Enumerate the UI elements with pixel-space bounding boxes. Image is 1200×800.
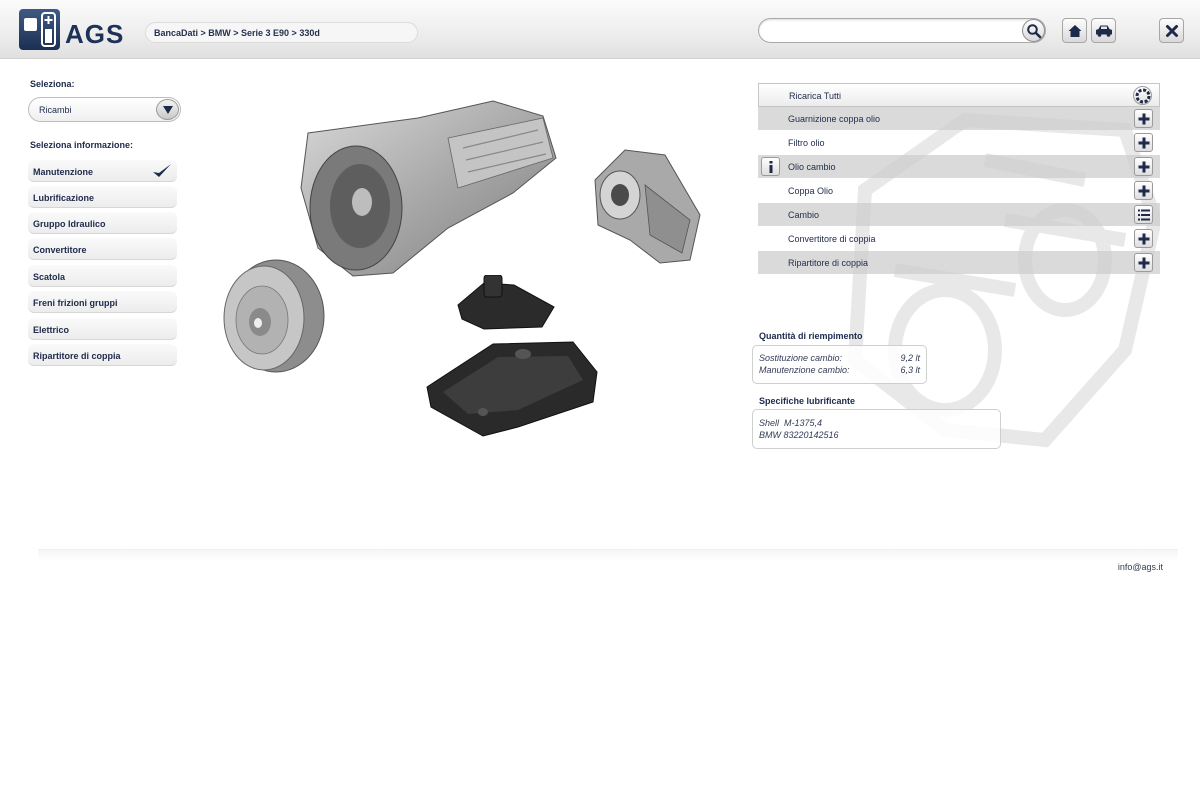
reload-icon: [1135, 88, 1150, 103]
part-row-filtro-olio[interactable]: Filtro olio: [758, 131, 1160, 154]
home-icon: [1068, 24, 1081, 37]
chevron-down-icon: [162, 105, 173, 114]
app-header: AGS BancaDati > BMW > Serie 3 E90 > 330d: [0, 0, 1200, 59]
part-label: Olio cambio: [788, 162, 836, 172]
oil-pan-image[interactable]: [423, 332, 599, 438]
category-item-convertitore[interactable]: Convertitore: [28, 238, 177, 260]
category-label: Manutenzione: [33, 167, 93, 177]
fill-quantity-title: Quantità di riempimento: [759, 331, 863, 341]
category-label: Convertitore: [33, 245, 87, 255]
info-icon: [769, 160, 772, 173]
part-label: Coppa Olio: [788, 186, 834, 196]
select-value: Ricambi: [39, 105, 72, 115]
breadcrumb[interactable]: BancaDati > BMW > Serie 3 E90 > 330d: [145, 22, 418, 43]
part-label: Ripartitore di coppia: [788, 258, 869, 268]
part-row-cambio[interactable]: Cambio: [758, 203, 1160, 226]
category-label: Lubrificazione: [33, 193, 95, 203]
fill-quantity-box: Sostituzione cambio: 9,2 lt Manutenzione…: [752, 345, 927, 384]
expand-button[interactable]: [1134, 133, 1153, 152]
search-input[interactable]: [758, 18, 1046, 43]
plus-icon: [1138, 161, 1149, 172]
checkmark-icon: [152, 163, 172, 181]
category-select[interactable]: Ricambi: [28, 97, 181, 122]
list-button[interactable]: [1134, 205, 1153, 224]
category-label: Scatola: [33, 272, 66, 282]
info-button[interactable]: [761, 157, 780, 176]
torque-converter-image[interactable]: [218, 258, 326, 378]
gearbox-image[interactable]: [298, 98, 560, 278]
expand-button[interactable]: [1134, 253, 1153, 272]
part-row-convertitore-di-coppia[interactable]: Convertitore di coppia: [758, 227, 1160, 250]
expand-button[interactable]: [1134, 157, 1153, 176]
close-icon: [1165, 24, 1178, 37]
battery-logo-icon: [19, 9, 60, 50]
footer-divider: [38, 549, 1178, 561]
part-label: Cambio: [788, 210, 820, 220]
part-row-guarnizione-coppa-olio[interactable]: Guarnizione coppa olio: [758, 107, 1160, 130]
reload-all-label: Ricarica Tutti: [789, 91, 842, 101]
category-item-elettrico[interactable]: Elettrico: [28, 318, 177, 340]
logo-text: AGS: [65, 19, 125, 49]
plus-icon: [1138, 233, 1149, 244]
plus-icon: [1138, 257, 1149, 268]
category-label: Gruppo Idraulico: [33, 219, 106, 229]
expand-button[interactable]: [1134, 109, 1153, 128]
ags-logo[interactable]: AGS: [19, 9, 123, 51]
info-label: Seleziona informazione:: [30, 140, 134, 150]
category-label: Ripartitore di coppia: [33, 351, 121, 361]
home-button[interactable]: [1062, 18, 1087, 43]
footer-email[interactable]: info@ags.it: [1118, 562, 1163, 572]
category-item-lubrificazione[interactable]: Lubrificazione: [28, 186, 177, 208]
plus-icon: [1138, 113, 1149, 124]
lubricant-spec-box: Shell M-1375,4 BMW 83220142516: [752, 409, 1001, 449]
category-label: Freni frizioni gruppi: [33, 298, 118, 308]
plus-icon: [1138, 137, 1149, 148]
fill-row-value: 9,2 lt: [900, 353, 920, 363]
category-item-gruppo-idraulico[interactable]: Gruppo Idraulico: [28, 212, 177, 234]
close-button[interactable]: [1159, 18, 1184, 43]
category-item-freni-frizioni-gruppi[interactable]: Freni frizioni gruppi: [28, 291, 177, 313]
car-icon: [1095, 25, 1112, 37]
lubricant-line: Shell M-1375,4: [759, 418, 823, 428]
lubricant-line: BMW 83220142516: [759, 430, 839, 440]
lubricant-spec-title: Specifiche lubrificante: [759, 396, 856, 406]
category-label: Elettrico: [33, 325, 70, 335]
category-item-manutenzione[interactable]: Manutenzione: [28, 160, 177, 182]
expand-button[interactable]: [1134, 229, 1153, 248]
vehicle-button[interactable]: [1091, 18, 1116, 43]
part-row-ripartitore-di-coppia[interactable]: Ripartitore di coppia: [758, 251, 1160, 274]
expand-button[interactable]: [1134, 181, 1153, 200]
reload-all-button[interactable]: [1133, 86, 1152, 105]
part-label: Guarnizione coppa olio: [788, 114, 881, 124]
plus-icon: [1138, 185, 1149, 196]
search-icon: [1026, 23, 1041, 38]
fill-row-value: 6,3 lt: [900, 365, 920, 375]
select-arrow-button[interactable]: [156, 99, 179, 120]
reload-all-row[interactable]: Ricarica Tutti: [758, 83, 1160, 107]
fill-row-label: Sostituzione cambio:: [759, 353, 843, 363]
fill-row-label: Manutenzione cambio:: [759, 365, 850, 375]
category-item-ripartitore-di-coppia[interactable]: Ripartitore di coppia: [28, 344, 177, 366]
search-button[interactable]: [1022, 19, 1045, 42]
select-label: Seleziona:: [30, 79, 75, 89]
transfer-case-image[interactable]: [590, 145, 702, 265]
category-item-scatola[interactable]: Scatola: [28, 265, 177, 287]
part-label: Filtro olio: [788, 138, 825, 148]
part-row-coppa-olio[interactable]: Coppa Olio: [758, 179, 1160, 202]
part-row-olio-cambio[interactable]: Olio cambio: [758, 155, 1160, 178]
list-icon: [1137, 209, 1150, 220]
part-label: Convertitore di coppia: [788, 234, 876, 244]
oil-filter-image[interactable]: [454, 275, 558, 333]
